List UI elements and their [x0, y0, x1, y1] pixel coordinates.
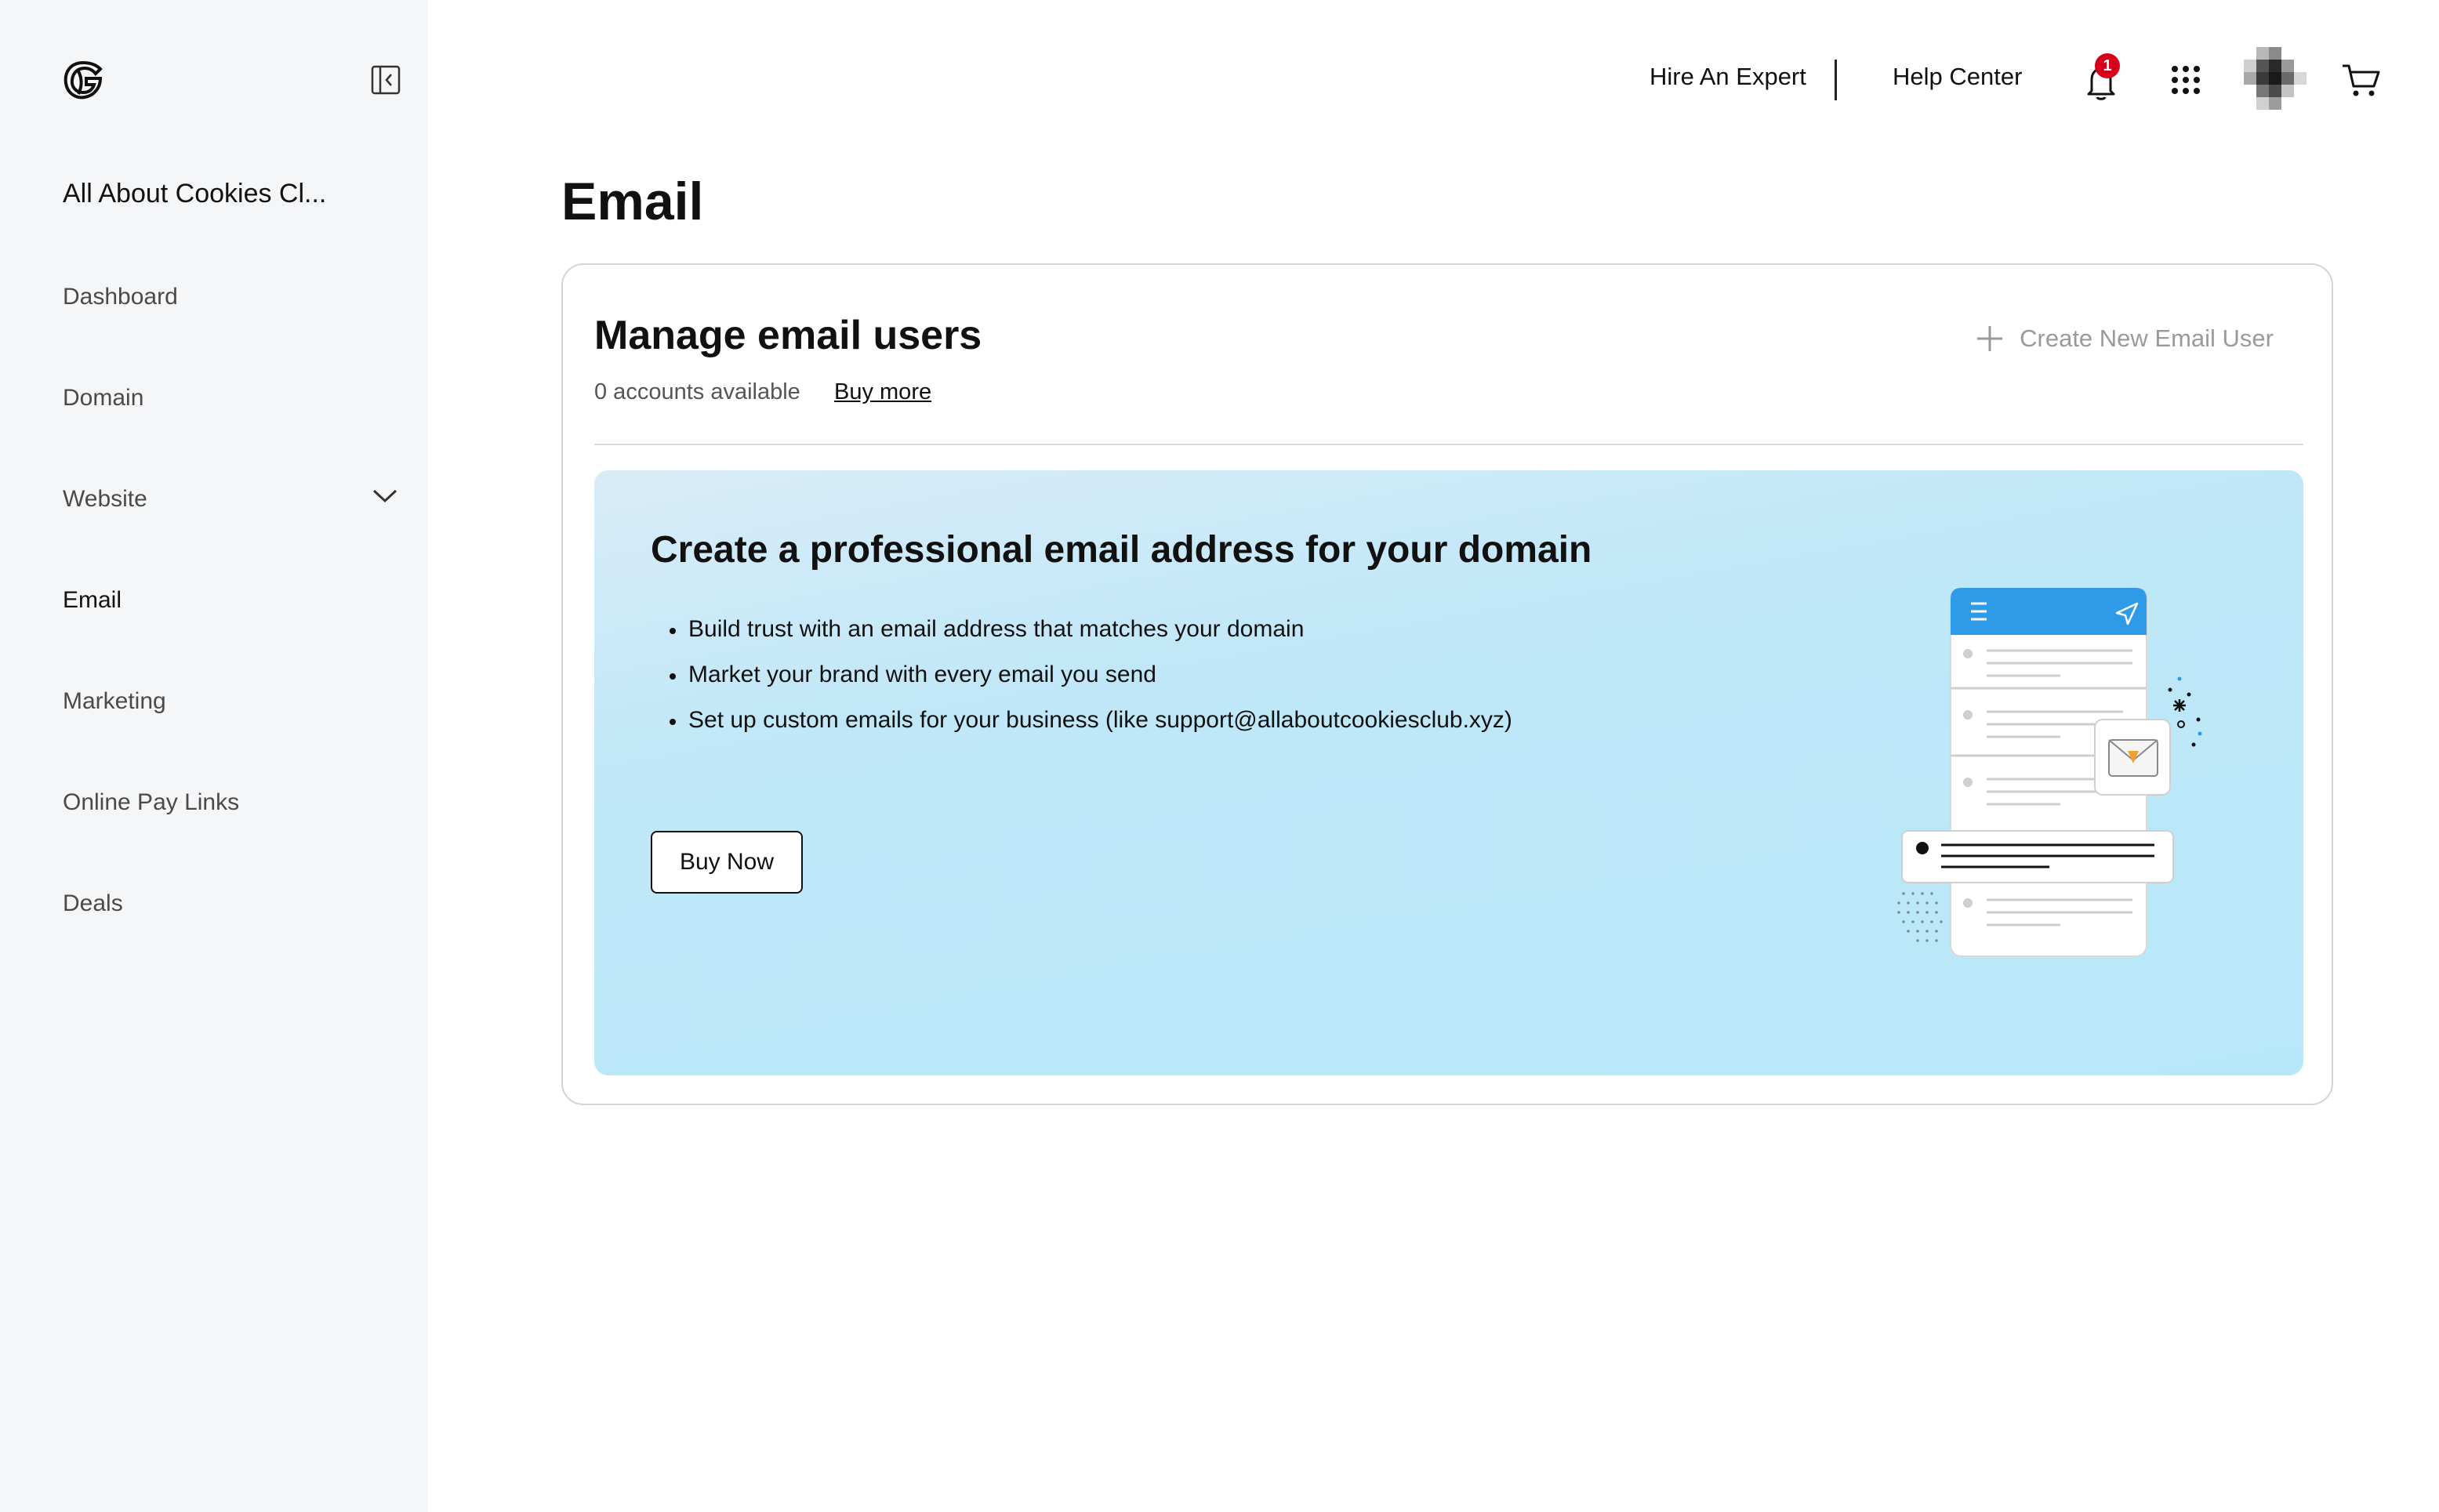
sidebar-item-email[interactable]: Email	[63, 587, 122, 614]
avatar[interactable]	[2244, 47, 2307, 110]
page-title: Email	[561, 172, 704, 231]
notification-badge: 1	[2095, 53, 2120, 78]
header-divider	[1835, 60, 1837, 100]
create-user-label: Create New Email User	[2020, 325, 2274, 352]
apps-grid-icon[interactable]	[2170, 64, 2201, 96]
chevron-down-icon[interactable]	[372, 488, 398, 505]
list-item: Build trust with an email address that m…	[670, 616, 1512, 662]
list-item: Set up custom emails for your business (…	[670, 707, 1512, 752]
promo-title: Create a professional email address for …	[651, 529, 1592, 571]
accounts-available-text: 0 accounts available	[594, 379, 800, 404]
account-name[interactable]: All About Cookies Cl...	[63, 179, 326, 209]
cart-icon[interactable]	[2341, 61, 2382, 99]
create-new-email-user-button[interactable]: Create New Email User	[1974, 323, 2274, 354]
brand-logo-icon[interactable]	[60, 58, 107, 102]
collapse-sidebar-icon[interactable]	[370, 64, 401, 96]
sidebar-item-dashboard[interactable]: Dashboard	[63, 284, 178, 310]
buy-now-button[interactable]: Buy Now	[651, 831, 803, 894]
card-title: Manage email users	[594, 313, 982, 358]
sidebar-item-marketing[interactable]: Marketing	[63, 688, 166, 715]
manage-email-users-card: Manage email users 0 accounts available …	[561, 263, 2333, 1105]
promo-bullet-list: Build trust with an email address that m…	[670, 616, 1512, 752]
sidebar-item-online-pay-links[interactable]: Online Pay Links	[63, 789, 239, 816]
sidebar: All About Cookies Cl... Dashboard Domain…	[0, 0, 428, 1512]
buy-more-link[interactable]: Buy more	[834, 379, 931, 405]
promo-banner: Create a professional email address for …	[594, 470, 2303, 1075]
email-illustration	[1897, 587, 2202, 957]
sidebar-item-domain[interactable]: Domain	[63, 385, 143, 412]
sidebar-item-website[interactable]: Website	[63, 486, 147, 513]
hire-expert-link[interactable]: Hire An Expert	[1650, 63, 1806, 91]
sidebar-item-deals[interactable]: Deals	[63, 890, 123, 917]
list-item: Market your brand with every email you s…	[670, 662, 1512, 707]
plus-icon	[1977, 326, 2003, 351]
card-divider	[594, 444, 2303, 445]
help-center-link[interactable]: Help Center	[1893, 63, 2022, 91]
